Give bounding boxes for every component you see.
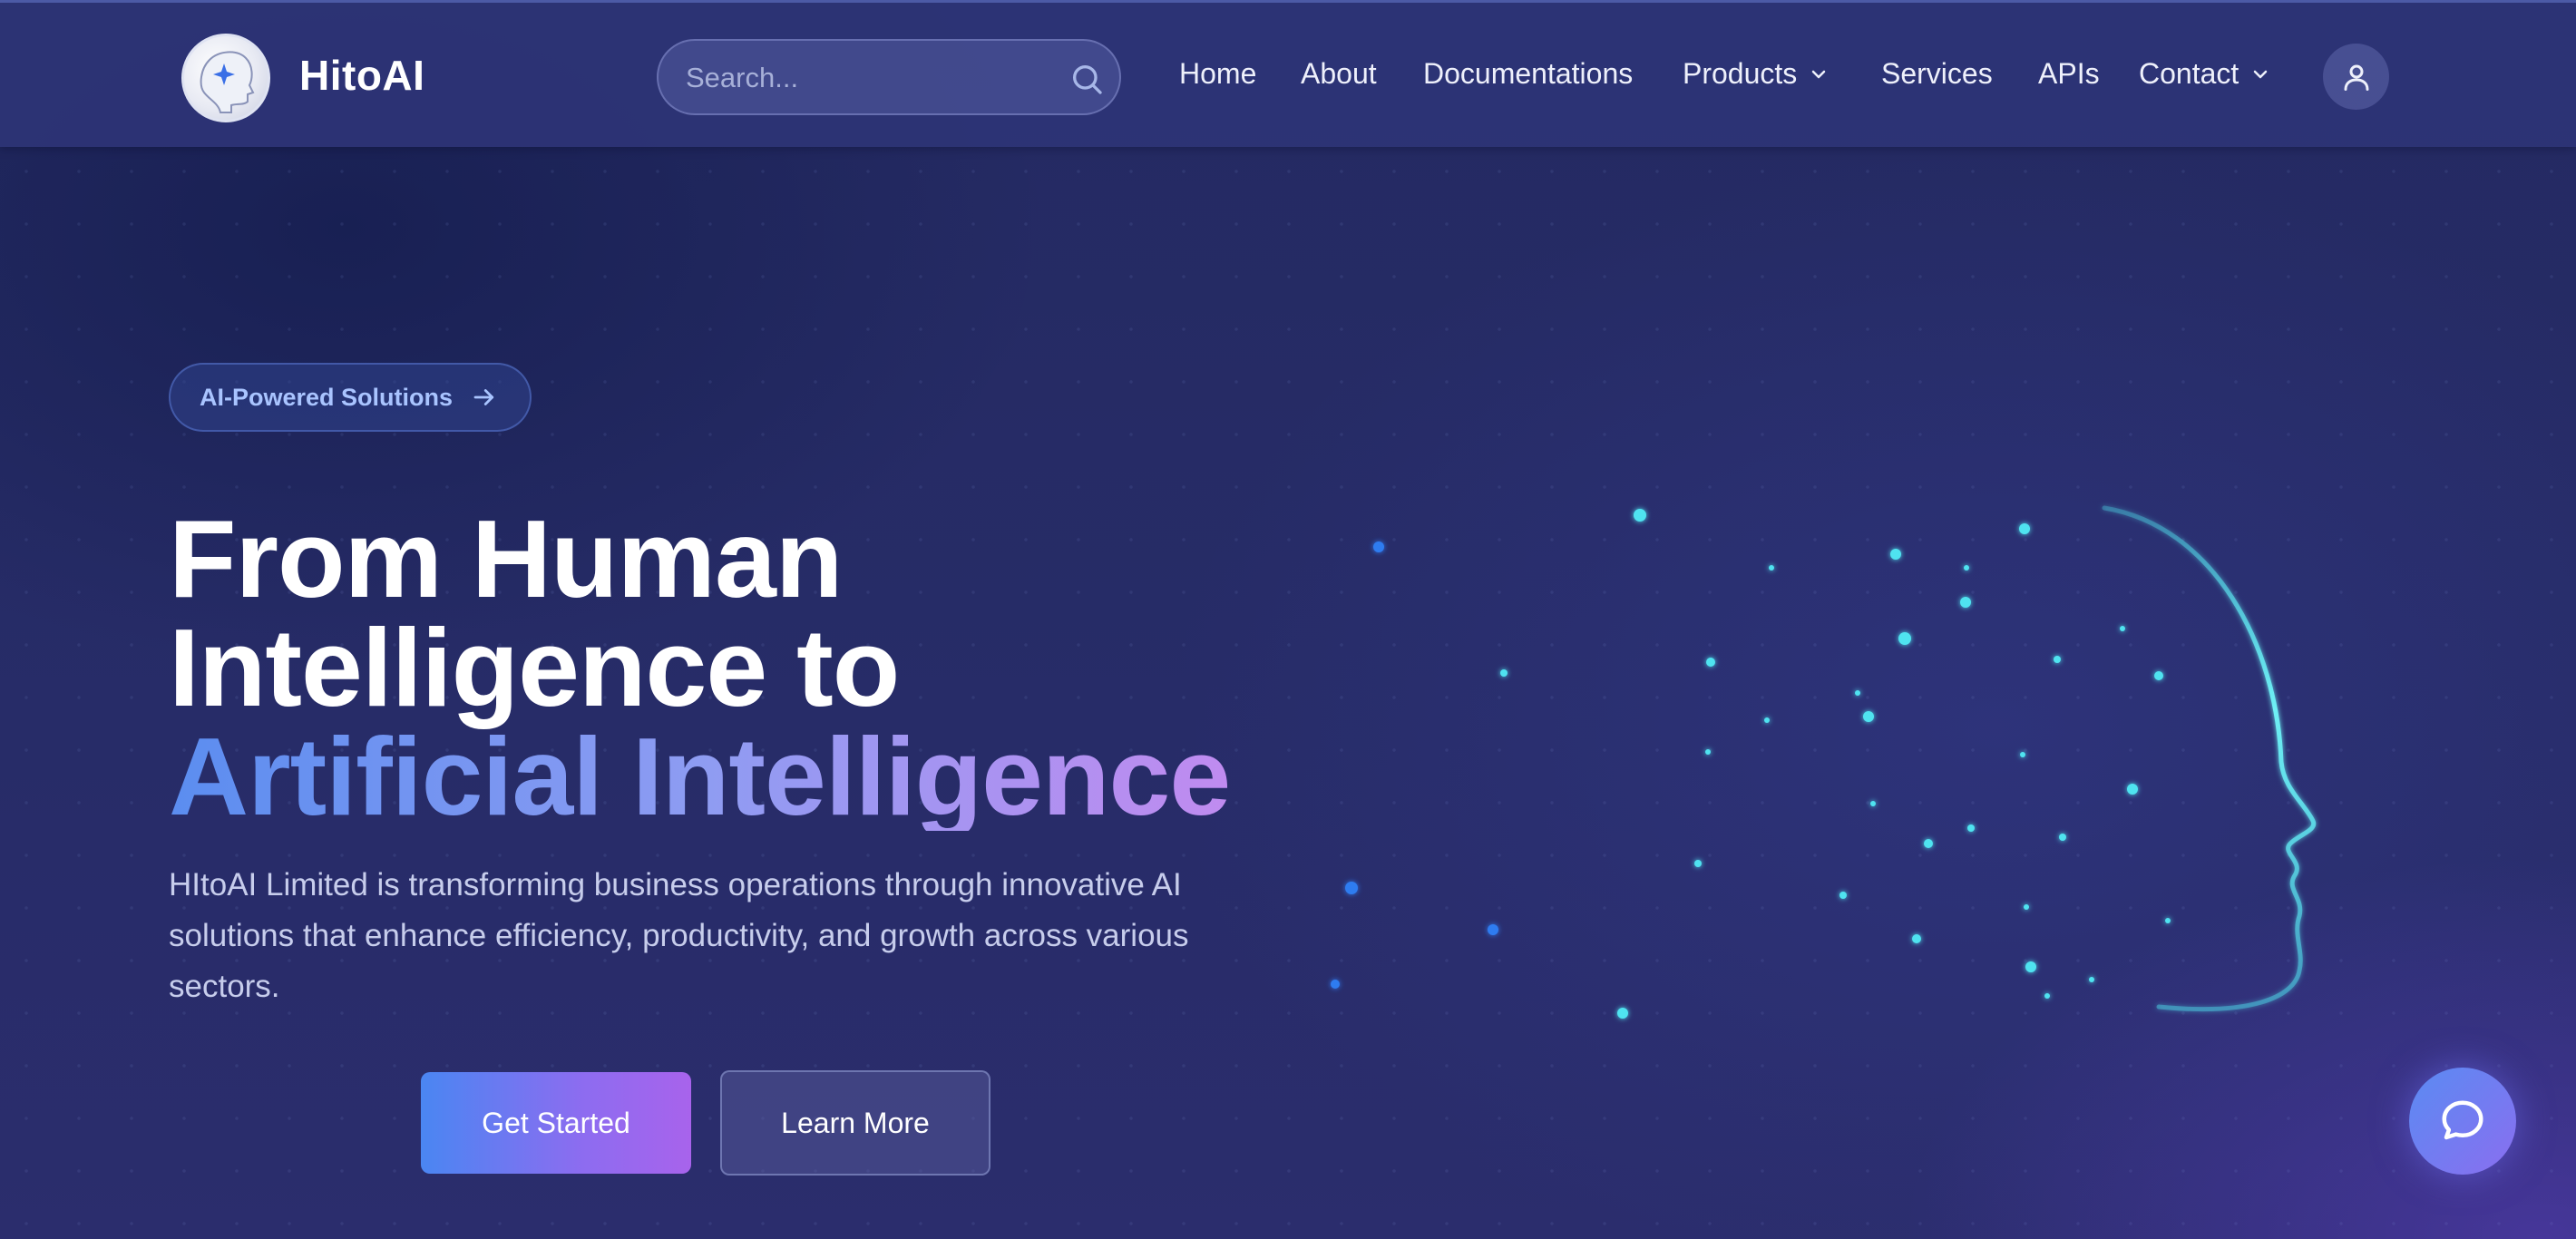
chevron-down-icon <box>2254 70 2268 78</box>
head-logo-icon <box>200 51 255 113</box>
get-started-button[interactable]: Get Started <box>421 1072 691 1174</box>
top-navbar: HitoAI Home About Documentations Product… <box>0 0 2576 147</box>
search-box <box>657 39 1121 115</box>
user-account-button[interactable] <box>2323 44 2389 110</box>
user-icon <box>2344 64 2368 91</box>
search-input[interactable] <box>686 57 1049 99</box>
logo[interactable] <box>181 34 270 122</box>
ai-solutions-badge[interactable]: AI-Powered Solutions <box>169 363 532 432</box>
learn-more-button[interactable]: Learn More <box>720 1070 990 1176</box>
badge-label: AI-Powered Solutions <box>200 383 454 411</box>
brand-name[interactable]: HitoAI <box>299 51 424 100</box>
hero-title-highlight: Artificial Intelligence <box>169 715 1231 838</box>
ai-face-illustration <box>1331 505 2317 1019</box>
nav-home[interactable]: Home <box>1179 57 1256 91</box>
chevron-down-icon <box>1812 70 1826 78</box>
nav-products[interactable]: Products <box>1683 57 1830 91</box>
chat-launcher-button[interactable] <box>2409 1068 2516 1175</box>
hero-description: HItoAI Limited is transforming business … <box>169 867 1189 1004</box>
page-background: HitoAI Home About Documentations Product… <box>0 0 2576 1239</box>
search-icon[interactable] <box>1068 61 1105 102</box>
chat-bubble-icon <box>2442 1100 2483 1140</box>
arrow-right-icon <box>473 389 494 405</box>
nav-documentations[interactable]: Documentations <box>1423 57 1633 91</box>
nav-apis[interactable]: APIs <box>2038 57 2100 91</box>
hero-title: From Human Intelligence to Artificial In… <box>169 497 1231 838</box>
face-profile-outline <box>2102 505 2317 1012</box>
particle-streaks <box>1331 509 2268 1019</box>
nav-contact-label: Contact <box>2139 57 2239 90</box>
nav-about[interactable]: About <box>1301 57 1377 91</box>
hero-title-line2: Intelligence to <box>169 606 900 729</box>
nav-contact[interactable]: Contact <box>2139 57 2271 91</box>
nav-services[interactable]: Services <box>1881 57 1993 91</box>
hero-title-line1: From Human <box>169 497 843 620</box>
nav-products-label: Products <box>1683 57 1798 90</box>
